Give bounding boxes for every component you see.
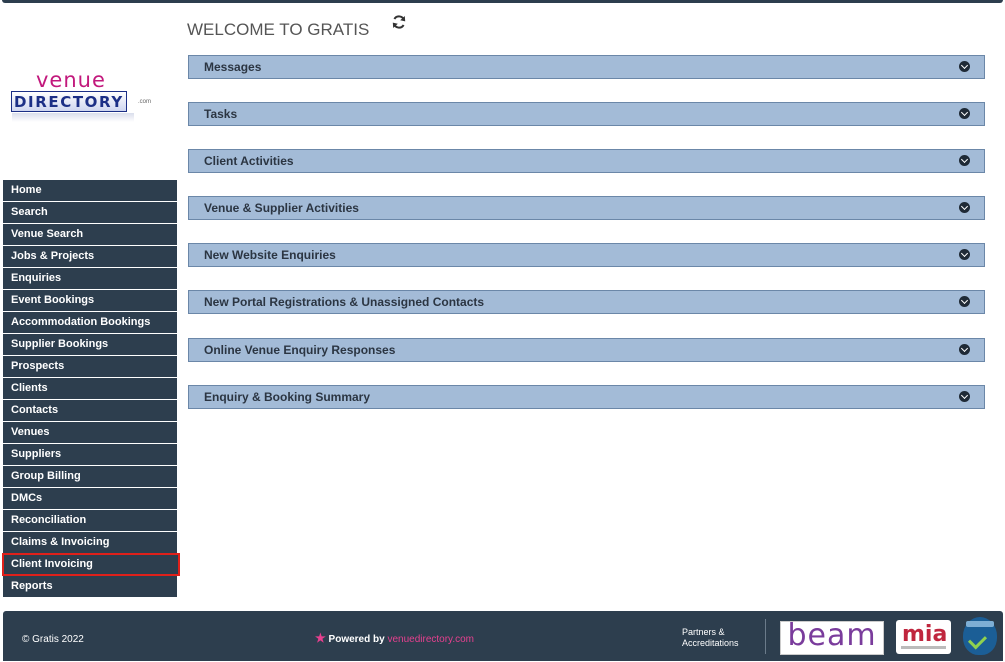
panel-enquiry-booking-summary[interactable]: Enquiry & Booking Summary <box>188 385 985 409</box>
sidebar-item-dmcs[interactable]: DMCs <box>3 488 177 509</box>
powered-by-text: Powered by <box>328 634 385 645</box>
sidebar-item-accommodation-bookings[interactable]: Accommodation Bookings <box>3 312 177 333</box>
beam-logo-text: beam <box>787 618 877 653</box>
logo-com-text: .com <box>138 99 152 105</box>
cyber-essentials-badge-icon[interactable] <box>963 617 997 655</box>
star-icon: ★ <box>315 631 326 645</box>
sidebar-item-reconciliation[interactable]: Reconciliation <box>3 510 177 531</box>
panel-title: Messages <box>204 60 262 74</box>
sidebar-item-claims-invoicing[interactable]: Claims & Invoicing <box>3 532 177 553</box>
mia-logo-tagline <box>901 646 946 649</box>
panel-title: Enquiry & Booking Summary <box>204 390 371 404</box>
panel-tasks[interactable]: Tasks <box>188 102 985 126</box>
sidebar-item-jobs-projects[interactable]: Jobs & Projects <box>3 246 177 267</box>
panel-new-portal-registrations-unassigned-contacts[interactable]: New Portal Registrations & Unassigned Co… <box>188 290 985 314</box>
sidebar-item-event-bookings[interactable]: Event Bookings <box>3 290 177 311</box>
chevron-down-circle-icon[interactable] <box>959 202 970 213</box>
logo-venue-text: venue <box>36 68 106 92</box>
sidebar-item-reports[interactable]: Reports <box>3 576 177 597</box>
sidebar-item-clients[interactable]: Clients <box>3 378 177 399</box>
sidebar-item-prospects[interactable]: Prospects <box>3 356 177 377</box>
panel-new-website-enquiries[interactable]: New Website Enquiries <box>188 243 985 267</box>
partners-label: Partners & Accreditations <box>682 627 739 649</box>
powered-by-link[interactable]: venuedirectory.com <box>387 634 474 645</box>
chevron-down-circle-icon[interactable] <box>959 249 970 260</box>
badge-band <box>966 621 994 627</box>
panel-title: Venue & Supplier Activities <box>204 201 359 215</box>
sidebar-item-enquiries[interactable]: Enquiries <box>3 268 177 289</box>
panel-venue-supplier-activities[interactable]: Venue & Supplier Activities <box>188 196 985 220</box>
panel-title: New Portal Registrations & Unassigned Co… <box>204 295 485 309</box>
sidebar-item-home[interactable]: Home <box>3 180 177 201</box>
panel-online-venue-enquiry-responses[interactable]: Online Venue Enquiry Responses <box>188 338 985 362</box>
partners-line-2: Accreditations <box>682 638 739 648</box>
chevron-down-circle-icon[interactable] <box>959 296 970 307</box>
chevron-down-circle-icon[interactable] <box>959 61 970 72</box>
sidebar-item-search[interactable]: Search <box>3 202 177 223</box>
panel-title: Online Venue Enquiry Responses <box>204 343 396 357</box>
sidebar-item-suppliers[interactable]: Suppliers <box>3 444 177 465</box>
sidebar-item-contacts[interactable]: Contacts <box>3 400 177 421</box>
sidebar-item-supplier-bookings[interactable]: Supplier Bookings <box>3 334 177 355</box>
refresh-icon[interactable] <box>391 14 407 30</box>
logo-reflection <box>12 113 134 122</box>
chevron-down-circle-icon[interactable] <box>959 344 970 355</box>
sidebar-item-group-billing[interactable]: Group Billing <box>3 466 177 487</box>
panel-client-activities[interactable]: Client Activities <box>188 149 985 173</box>
chevron-down-circle-icon[interactable] <box>959 155 970 166</box>
venue-directory-logo[interactable]: venue DIRECTORY .com <box>8 68 158 128</box>
powered-by[interactable]: ★ Powered by venuedirectory.com <box>315 631 474 645</box>
sidebar-item-venue-search[interactable]: Venue Search <box>3 224 177 245</box>
footer-divider <box>765 619 766 654</box>
top-bar <box>2 0 1003 3</box>
panel-title: Tasks <box>204 107 238 121</box>
partners-line-1: Partners & <box>682 627 725 637</box>
sidebar-item-venues[interactable]: Venues <box>3 422 177 443</box>
beam-logo[interactable]: beam <box>780 621 884 655</box>
footer: © Gratis 2022 ★ Powered by venuedirector… <box>3 611 1003 661</box>
checkmark-icon <box>967 630 988 650</box>
logo-directory-box: DIRECTORY <box>11 91 127 112</box>
logo-directory-text: DIRECTORY <box>14 92 124 111</box>
chevron-down-circle-icon[interactable] <box>959 391 970 402</box>
panel-messages[interactable]: Messages <box>188 55 985 79</box>
chevron-down-circle-icon[interactable] <box>959 108 970 119</box>
page-title: WELCOME TO GRATIS <box>187 20 370 39</box>
sidebar-item-client-invoicing[interactable]: Client Invoicing <box>2 553 180 576</box>
mia-logo-text: mia <box>902 622 948 647</box>
panel-title: Client Activities <box>204 154 294 168</box>
copyright-text: © Gratis 2022 <box>22 634 84 645</box>
sidebar-nav: Home Search Venue Search Jobs & Projects Enq… <box>2 180 180 598</box>
mia-logo[interactable]: mia <box>896 620 951 654</box>
panel-title: New Website Enquiries <box>204 248 336 262</box>
